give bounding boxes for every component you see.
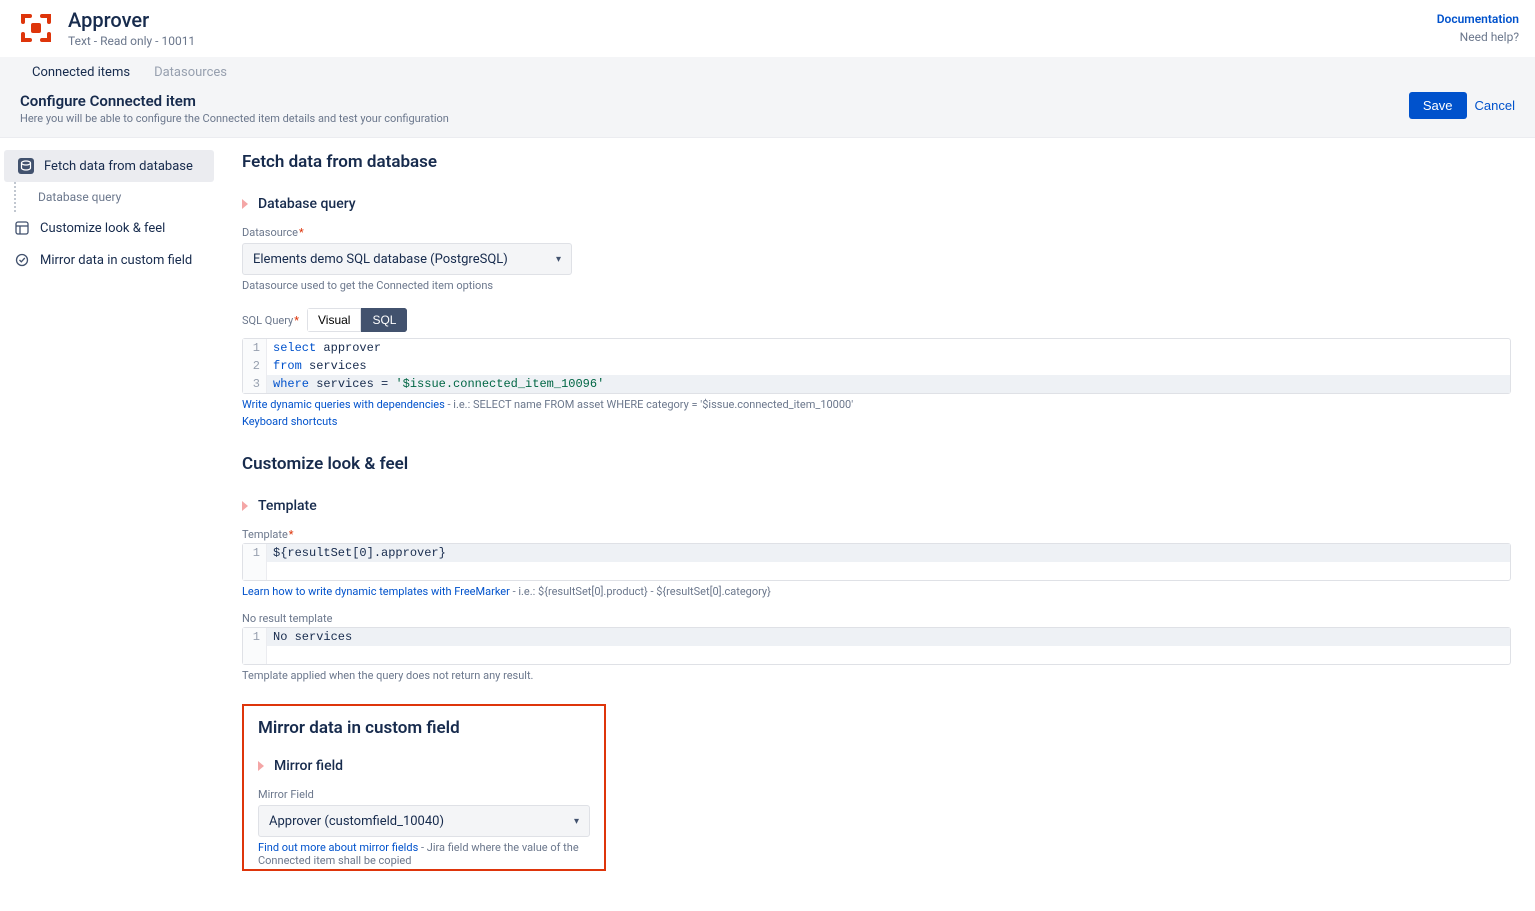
sidebar-item-label: Fetch data from database	[44, 159, 193, 174]
sidebar-item-dbquery[interactable]: Database query	[0, 182, 218, 212]
datasource-value: Elements demo SQL database (PostgreSQL)	[253, 252, 508, 267]
sql-query-row: SQL Query* Visual SQL	[242, 308, 1511, 332]
collapse-arrow-icon	[242, 199, 248, 209]
template-header[interactable]: Template	[242, 498, 1511, 514]
collapse-arrow-icon	[242, 501, 248, 511]
kbd-shortcuts-link[interactable]: Keyboard shortcuts	[242, 415, 337, 428]
customize-heading: Customize look & feel	[242, 454, 1511, 474]
query-mode-toggle: Visual SQL	[307, 308, 407, 332]
template-editor[interactable]: 1${resultSet[0].approver}	[242, 543, 1511, 581]
mirror-fields-link[interactable]: Find out more about mirror fields	[258, 841, 418, 854]
chevron-down-icon: ▾	[574, 816, 579, 827]
mirror-box: Mirror data in custom field Mirror field…	[242, 704, 606, 871]
sidebar: Fetch data from database Database query …	[0, 138, 218, 911]
mirror-field-header[interactable]: Mirror field	[258, 758, 590, 774]
sidebar-item-fetch[interactable]: Fetch data from database	[4, 150, 214, 182]
sql-toggle[interactable]: SQL	[361, 308, 407, 332]
template-hint: Learn how to write dynamic templates wit…	[242, 585, 1511, 598]
sql-query-label: SQL Query*	[242, 314, 299, 327]
need-help-link[interactable]: Need help?	[1460, 30, 1519, 44]
dynamic-queries-link[interactable]: Write dynamic queries with dependencies	[242, 398, 445, 411]
block-label: Database query	[258, 196, 356, 212]
database-query-header[interactable]: Database query	[242, 196, 1511, 212]
documentation-link[interactable]: Documentation	[1437, 12, 1519, 26]
subheader-actions: Save Cancel	[1409, 92, 1515, 119]
content: Fetch data from database Database query …	[218, 138, 1535, 911]
datasource-select[interactable]: Elements demo SQL database (PostgreSQL) …	[242, 243, 572, 275]
mirror-hint: Find out more about mirror fields - Jira…	[258, 841, 590, 869]
sidebar-item-mirror[interactable]: Mirror data in custom field	[0, 244, 218, 276]
layout-icon	[14, 220, 30, 236]
kbd-shortcuts-hint: Keyboard shortcuts	[242, 415, 1511, 428]
datasource-hint: Datasource used to get the Connected ite…	[242, 279, 1511, 292]
tab-connected-items[interactable]: Connected items	[20, 57, 142, 88]
app-logo-icon	[16, 8, 56, 48]
block-label: Template	[258, 498, 317, 514]
check-circle-icon	[14, 252, 30, 268]
tab-bar: Connected items Datasources	[0, 57, 1535, 88]
no-result-hint: Template applied when the query does not…	[242, 669, 1511, 682]
datasource-label: Datasource*	[242, 226, 1511, 239]
main-layout: Fetch data from database Database query …	[0, 138, 1535, 911]
mirror-field-label: Mirror Field	[258, 788, 590, 801]
no-result-editor[interactable]: 1No services	[242, 627, 1511, 665]
sidebar-item-label: Mirror data in custom field	[40, 253, 192, 268]
header: Approver Text - Read only - 10011 Docume…	[0, 0, 1535, 57]
visual-toggle[interactable]: Visual	[307, 308, 361, 332]
sidebar-item-label: Customize look & feel	[40, 221, 165, 236]
freemarker-link[interactable]: Learn how to write dynamic templates wit…	[242, 585, 510, 598]
tab-datasources[interactable]: Datasources	[142, 57, 239, 88]
no-result-label: No result template	[242, 612, 1511, 625]
chevron-down-icon: ▾	[556, 254, 561, 265]
save-button[interactable]: Save	[1409, 92, 1467, 119]
database-icon	[18, 158, 34, 174]
page-subtitle: Text - Read only - 10011	[68, 34, 195, 48]
sql-editor[interactable]: 1select approver 2from services 3where s…	[242, 338, 1511, 394]
title-block: Approver Text - Read only - 10011	[68, 8, 195, 48]
page-title: Approver	[68, 8, 195, 32]
sidebar-item-label: Database query	[38, 190, 121, 204]
mirror-field-select[interactable]: Approver (customfield_10040) ▾	[258, 805, 590, 837]
dynamic-queries-hint: Write dynamic queries with dependencies …	[242, 398, 1511, 411]
fetch-heading: Fetch data from database	[242, 152, 1511, 172]
sidebar-item-customize[interactable]: Customize look & feel	[0, 212, 218, 244]
subheader-desc: Here you will be able to configure the C…	[20, 112, 449, 125]
template-label: Template*	[242, 528, 1511, 541]
cancel-button[interactable]: Cancel	[1475, 98, 1515, 113]
collapse-arrow-icon	[258, 761, 264, 771]
mirror-field-value: Approver (customfield_10040)	[269, 814, 444, 829]
subheader-title: Configure Connected item	[20, 92, 449, 110]
mirror-heading: Mirror data in custom field	[258, 718, 590, 738]
header-left: Approver Text - Read only - 10011	[16, 8, 195, 48]
subheader: Configure Connected item Here you will b…	[0, 88, 1535, 138]
header-right: Documentation Need help?	[1437, 12, 1519, 44]
block-label: Mirror field	[274, 758, 343, 774]
subheader-text: Configure Connected item Here you will b…	[20, 92, 449, 125]
